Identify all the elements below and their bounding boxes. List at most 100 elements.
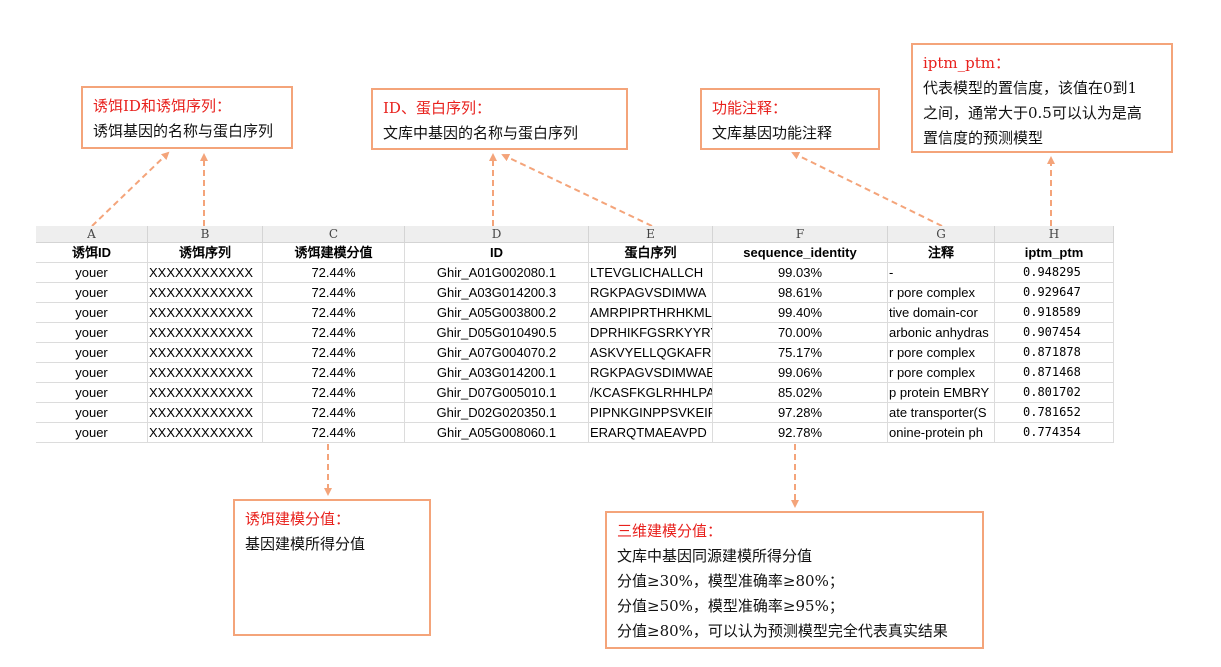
arrow-a-to-bait <box>91 151 170 227</box>
table-cell[interactable]: 99.40% <box>713 303 888 323</box>
table-row: youer XXXXXXXXXXXX 72.44% Ghir_D07G005010.1… <box>36 383 1114 403</box>
table-cell[interactable]: XXXXXXXXXXXX <box>148 283 263 303</box>
table-cell[interactable]: youer <box>36 303 148 323</box>
table-cell[interactable]: 72.44% <box>263 343 405 363</box>
table-cell[interactable]: XXXXXXXXXXXX <box>148 383 263 403</box>
table-cell[interactable]: 72.44% <box>263 263 405 283</box>
table-cell[interactable]: XXXXXXXXXXXX <box>148 303 263 323</box>
table-cell[interactable]: p protein EMBRY <box>888 383 995 403</box>
table-cell[interactable]: ate transporter(S <box>888 403 995 423</box>
column-letter[interactable]: A <box>36 226 148 242</box>
table-cell[interactable]: RGKPAGVSDIMWA <box>589 283 713 303</box>
table-cell[interactable]: 0.907454 <box>995 323 1114 343</box>
table-cell[interactable]: XXXXXXXXXXXX <box>148 323 263 343</box>
table-cell[interactable]: 0.801702 <box>995 383 1114 403</box>
header-cell[interactable]: 注释 <box>888 243 995 263</box>
table-cell[interactable]: 0.774354 <box>995 423 1114 443</box>
table-row: youer XXXXXXXXXXXX 72.44% Ghir_A01G002080.1… <box>36 263 1114 283</box>
table-cell[interactable]: AMRPIPRTHRHKML <box>589 303 713 323</box>
table-cell[interactable]: 72.44% <box>263 303 405 323</box>
table-row: youer XXXXXXXXXXXX 72.44% Ghir_A05G003800.2… <box>36 303 1114 323</box>
table-cell[interactable]: youer <box>36 403 148 423</box>
table-cell[interactable]: youer <box>36 283 148 303</box>
table-row: youer XXXXXXXXXXXX 72.44% Ghir_A03G014200.3… <box>36 283 1114 303</box>
table-cell[interactable]: Ghir_A05G003800.2 <box>405 303 589 323</box>
table-cell[interactable]: ASKVYELLQGKAFRS <box>589 343 713 363</box>
column-letter[interactable]: H <box>995 226 1114 242</box>
column-letter[interactable]: D <box>405 226 589 242</box>
table-cell[interactable]: 70.00% <box>713 323 888 343</box>
table-row: youer XXXXXXXXXXXX 72.44% Ghir_A05G008060.1… <box>36 423 1114 443</box>
table-cell[interactable]: XXXXXXXXXXXX <box>148 423 263 443</box>
table-cell[interactable]: XXXXXXXXXXXX <box>148 343 263 363</box>
header-cell[interactable]: 诱饵建模分值 <box>263 243 405 263</box>
table-cell[interactable]: XXXXXXXXXXXX <box>148 403 263 423</box>
table-cell[interactable]: youer <box>36 423 148 443</box>
table-cell[interactable]: 99.03% <box>713 263 888 283</box>
table-cell[interactable]: onine-protein ph <box>888 423 995 443</box>
table-cell[interactable]: r pore complex <box>888 283 995 303</box>
spreadsheet: A B C D E F G H 诱饵ID 诱饵序列 诱饵建模分值 ID 蛋白序列… <box>36 226 1114 443</box>
table-cell[interactable]: - <box>888 263 995 283</box>
table-cell[interactable]: 72.44% <box>263 403 405 423</box>
table-cell[interactable]: Ghir_A05G008060.1 <box>405 423 589 443</box>
table-cell[interactable]: 72.44% <box>263 363 405 383</box>
arrow-g-to-function <box>791 152 943 227</box>
column-letter[interactable]: C <box>263 226 405 242</box>
table-cell[interactable]: Ghir_A03G014200.1 <box>405 363 589 383</box>
table-cell[interactable]: 0.929647 <box>995 283 1114 303</box>
column-letter[interactable]: E <box>589 226 713 242</box>
table-cell[interactable]: youer <box>36 343 148 363</box>
table-cell[interactable]: XXXXXXXXXXXX <box>148 363 263 383</box>
table-cell[interactable]: youer <box>36 263 148 283</box>
table-cell[interactable]: 75.17% <box>713 343 888 363</box>
table-cell[interactable]: youer <box>36 363 148 383</box>
table-cell[interactable]: LTEVGLICHALLCH <box>589 263 713 283</box>
table-cell[interactable]: youer <box>36 383 148 403</box>
table-row: youer XXXXXXXXXXXX 72.44% Ghir_A07G004070.2… <box>36 343 1114 363</box>
table-cell[interactable]: 0.871878 <box>995 343 1114 363</box>
table-cell[interactable]: arbonic anhydras <box>888 323 995 343</box>
table-cell[interactable]: ERARQTMAEAVPD <box>589 423 713 443</box>
table-cell[interactable]: 0.871468 <box>995 363 1114 383</box>
table-cell[interactable]: Ghir_D02G020350.1 <box>405 403 589 423</box>
header-cell[interactable]: sequence_identity <box>713 243 888 263</box>
table-cell[interactable]: 72.44% <box>263 383 405 403</box>
column-letter[interactable]: F <box>713 226 888 242</box>
table-cell[interactable]: 97.28% <box>713 403 888 423</box>
table-cell[interactable]: DPRHIKFGSRKYYRY <box>589 323 713 343</box>
table-cell[interactable]: Ghir_A07G004070.2 <box>405 343 589 363</box>
table-cell[interactable]: Ghir_D05G010490.5 <box>405 323 589 343</box>
column-letter[interactable]: B <box>148 226 263 242</box>
column-letter-header: A B C D E F G H <box>36 226 1114 243</box>
header-cell[interactable]: 蛋白序列 <box>589 243 713 263</box>
table-cell[interactable]: r pore complex <box>888 363 995 383</box>
table-cell[interactable]: PIPNKGINPPSVKEIF <box>589 403 713 423</box>
table-row: youer XXXXXXXXXXXX 72.44% Ghir_D02G020350.1… <box>36 403 1114 423</box>
header-cell[interactable]: 诱饵序列 <box>148 243 263 263</box>
table-cell[interactable]: RGKPAGVSDIMWAE <box>589 363 713 383</box>
header-cell[interactable]: 诱饵ID <box>36 243 148 263</box>
table-cell[interactable]: /KCASFKGLRHHLPA <box>589 383 713 403</box>
table-cell[interactable]: 98.61% <box>713 283 888 303</box>
table-cell[interactable]: XXXXXXXXXXXX <box>148 263 263 283</box>
table-cell[interactable]: r pore complex <box>888 343 995 363</box>
table-cell[interactable]: Ghir_D07G005010.1 <box>405 383 589 403</box>
table-cell[interactable]: 85.02% <box>713 383 888 403</box>
header-cell[interactable]: ID <box>405 243 589 263</box>
header-cell[interactable]: iptm_ptm <box>995 243 1114 263</box>
table-cell[interactable]: 92.78% <box>713 423 888 443</box>
table-cell[interactable]: 99.06% <box>713 363 888 383</box>
table-cell[interactable]: Ghir_A01G002080.1 <box>405 263 589 283</box>
table-cell[interactable]: youer <box>36 323 148 343</box>
table-cell[interactable]: 0.781652 <box>995 403 1114 423</box>
table-cell[interactable]: 72.44% <box>263 323 405 343</box>
table-cell[interactable]: tive domain-cor <box>888 303 995 323</box>
table-cell[interactable]: Ghir_A03G014200.3 <box>405 283 589 303</box>
table-cell[interactable]: 0.918589 <box>995 303 1114 323</box>
table-cell[interactable]: 0.948295 <box>995 263 1114 283</box>
table-cell[interactable]: 72.44% <box>263 283 405 303</box>
table-cell[interactable]: 72.44% <box>263 423 405 443</box>
header-row: 诱饵ID 诱饵序列 诱饵建模分值 ID 蛋白序列 sequence_identi… <box>36 243 1114 263</box>
column-letter[interactable]: G <box>888 226 995 242</box>
